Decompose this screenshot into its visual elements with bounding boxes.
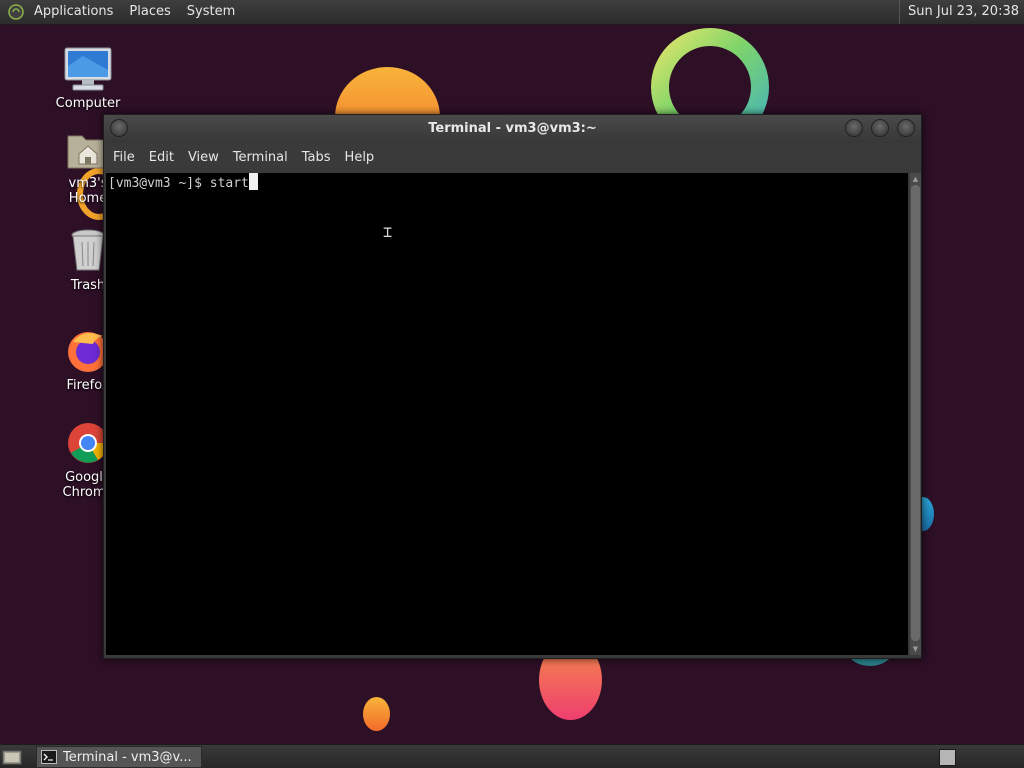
menu-places[interactable]: Places [121,0,178,24]
terminal-line: [vm3@vm3 ~]$ start [108,173,258,191]
terminal-window[interactable]: Terminal - vm3@vm3:~ File Edit View Term… [103,114,922,659]
scroll-down-icon[interactable]: ▼ [911,644,920,654]
taskbar-terminal-label: Terminal - vm3@v... [63,749,192,765]
menu-edit[interactable]: Edit [143,145,180,171]
trash-icon [71,229,105,271]
terminal-icon [41,750,57,764]
show-desktop-icon[interactable] [2,748,22,766]
top-panel: Applications Places System Sun Jul 23, 2… [0,0,1024,25]
text-cursor [248,173,258,190]
terminal-scrollbar[interactable]: ▲ ▼ [910,173,921,655]
ibeam-cursor-icon: ⌶ [383,223,393,241]
menu-tabs[interactable]: Tabs [296,145,337,171]
terminal-titlebar[interactable]: Terminal - vm3@vm3:~ [104,115,921,143]
taskbar-terminal-button[interactable]: Terminal - vm3@v... [36,746,202,768]
menu-view[interactable]: View [182,145,225,171]
minimize-button[interactable] [845,119,863,137]
workspace-switcher[interactable] [939,749,956,766]
terminal-prompt: [vm3@vm3 ~]$ [108,176,210,191]
desktop-icon-computer[interactable]: Computer [48,46,128,111]
terminal-output[interactable]: [vm3@vm3 ~]$ start ⌶ [106,173,908,655]
scrollbar-thumb[interactable] [911,185,920,641]
menu-system[interactable]: System [179,0,243,24]
desktop: Applications Places System Sun Jul 23, 2… [0,0,1024,768]
terminal-title: Terminal - vm3@vm3:~ [428,121,597,136]
clock[interactable]: Sun Jul 23, 20:38 [899,0,1019,24]
bottom-panel: Terminal - vm3@v... [0,744,1024,768]
menu-terminal[interactable]: Terminal [227,145,294,171]
maximize-button[interactable] [871,119,889,137]
terminal-command: start [209,176,249,191]
menu-help[interactable]: Help [339,145,381,171]
scroll-up-icon[interactable]: ▲ [911,174,920,184]
terminal-menubar: File Edit View Terminal Tabs Help [104,145,921,171]
desktop-icon-label: Computer [55,96,121,111]
menu-file[interactable]: File [107,145,141,171]
wallpaper-shape [363,697,390,731]
mate-logo-icon[interactable] [8,4,24,20]
menu-applications[interactable]: Applications [26,0,121,24]
computer-icon [64,47,112,91]
window-menu-button[interactable] [110,119,128,137]
close-button[interactable] [897,119,915,137]
